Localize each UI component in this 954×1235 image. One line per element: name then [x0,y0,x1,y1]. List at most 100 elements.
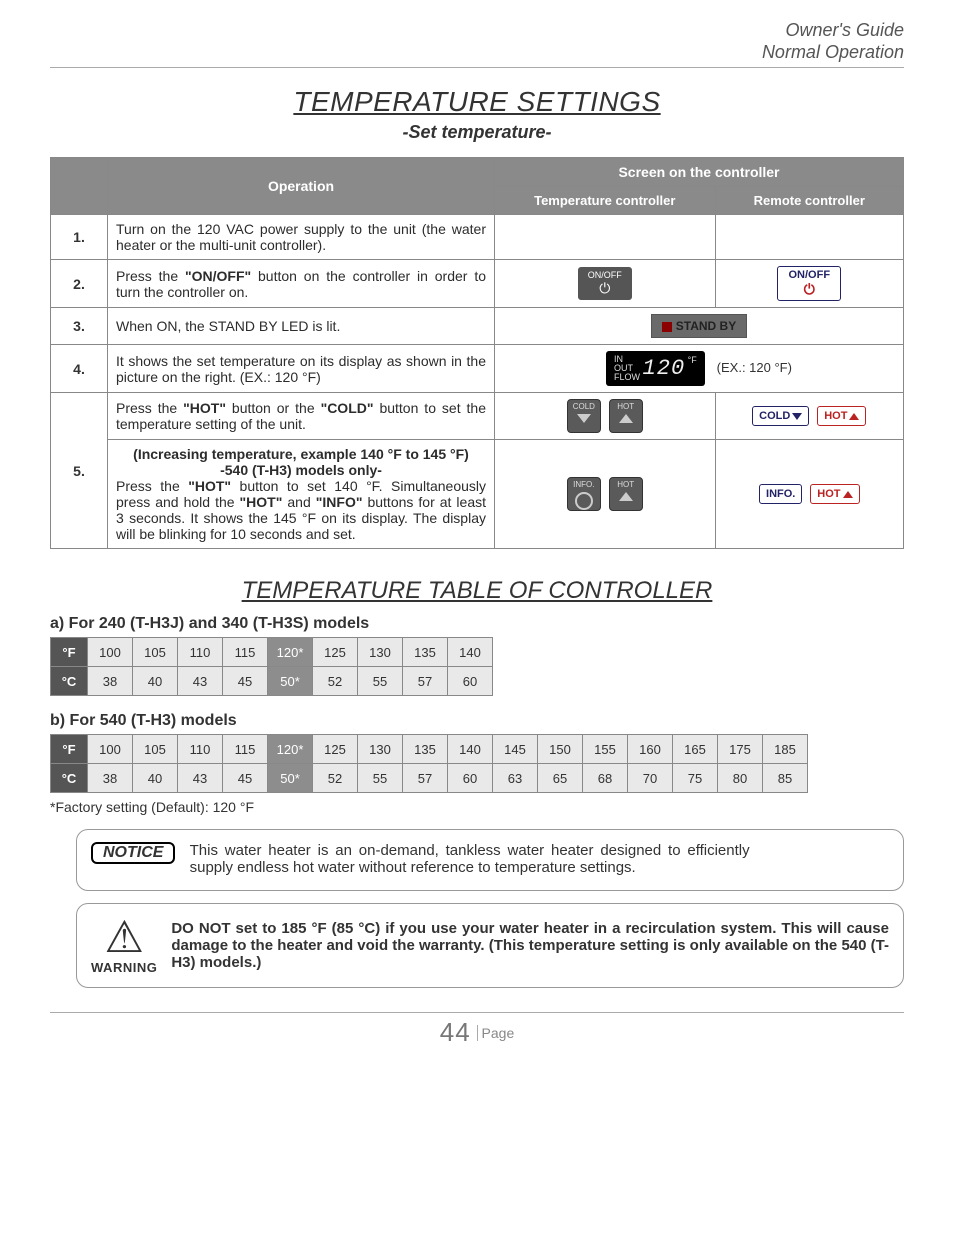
step-5b-row: (Increasing temperature, example 140 °F … [51,440,904,549]
step-4-text: It shows the set temperature on its disp… [108,345,495,393]
header-rule [50,67,904,68]
warning-text: DO NOT set to 185 °F (85 °C) if you use … [171,920,889,971]
step-4-row: 4. It shows the set temperature on its d… [51,345,904,393]
step-2-row: 2. Press the "ON/OFF" button on the cont… [51,260,904,308]
step-5b-tc: INFO. HOT [495,440,716,549]
temp-f-cell: 100 [88,638,133,667]
temp-c-cell: 63 [493,764,538,793]
temp-f-cell: 185 [763,735,808,764]
temp-c-cell: 38 [88,667,133,696]
page-label: Page [477,1025,515,1041]
header-block: Owner's Guide Normal Operation [50,20,904,63]
temp-c-cell: 60 [448,764,493,793]
temp-f-cell: 135 [403,735,448,764]
step-4-screen: IN OUT FLOW 120 °F (EX.: 120 °F) [495,345,904,393]
step-3-row: 3. When ON, the STAND BY LED is lit. STA… [51,308,904,345]
cold-button-rc: COLD [752,406,809,426]
onoff-button-tc: ON/OFF⏻ [577,266,633,301]
temp-c-cell: 50* [268,667,313,696]
step-5a-rc: COLD HOT [715,393,903,440]
step-2-text: Press the "ON/OFF" button on the control… [108,260,495,308]
temp-f-cell: 115 [223,735,268,764]
temp-c-cell: 45 [223,764,268,793]
temp-c-cell: 75 [673,764,718,793]
info-button-rc: INFO. [759,484,802,504]
table-b-title: b) For 540 (T-H3) models [50,712,904,730]
triangle-up-icon [843,491,853,498]
col-remote-controller: Remote controller [715,187,903,215]
triangle-down-icon [792,413,802,420]
temp-f-cell: 110 [178,638,223,667]
step-2-rc: ON/OFF⏻ [715,260,903,308]
col-operation: Operation [108,158,495,215]
step-5a-tc: COLD HOT [495,393,716,440]
temp-f-cell: 125 [313,735,358,764]
temp-f-cell: 165 [673,735,718,764]
temp-f-cell: 110 [178,735,223,764]
temp-table-a: °F100105110115120*125130135140 °C3840434… [50,637,493,696]
lcd-display: IN OUT FLOW 120 °F [606,351,705,386]
hot-button-rc: HOT [817,406,866,426]
temp-c-cell: 50* [268,764,313,793]
temp-c-cell: 55 [358,764,403,793]
temp-c-cell: 68 [583,764,628,793]
temp-f-cell: 140 [448,735,493,764]
step-3-screen: STAND BY [495,308,904,345]
step-5a-text: Press the "HOT" button or the "COLD" but… [108,393,495,440]
temp-f-cell: 130 [358,735,403,764]
onoff-button-rc: ON/OFF⏻ [777,266,841,301]
temp-f-cell: 155 [583,735,628,764]
temp-f-cell: 100 [88,735,133,764]
temp-f-cell: 125 [313,638,358,667]
table-a-f-row: °F100105110115120*125130135140 [51,638,493,667]
step-3-num: 3. [51,308,108,345]
temp-f-cell: 120* [268,735,313,764]
notice-box: NOTICE This water heater is an on-demand… [76,829,904,891]
temp-c-cell: 52 [313,764,358,793]
lcd-value: 120 [643,356,686,381]
temp-f-cell: 145 [493,735,538,764]
step-1-row: 1. Turn on the 120 VAC power supply to t… [51,215,904,260]
circle-icon [575,492,593,510]
step-4-num: 4. [51,345,108,393]
temp-f-cell: 160 [628,735,673,764]
page-footer: 44 Page [50,1012,904,1048]
temp-c-cell: 40 [133,764,178,793]
temp-c-cell: 45 [223,667,268,696]
notice-text: This water heater is an on-demand, tankl… [190,842,750,876]
hot-button-tc: HOT [609,477,643,511]
temp-c-cell: 43 [178,667,223,696]
temp-c-cell: 52 [313,667,358,696]
warning-icon: ⚠ [91,916,157,960]
col-screen: Screen on the controller [495,158,904,187]
table-b-c-row: °C3840434550*5255576063656870758085 [51,764,808,793]
warning-box: ⚠ WARNING DO NOT set to 185 °F (85 °C) i… [76,903,904,988]
corner-cell [51,158,108,215]
step-5-num: 5. [51,393,108,549]
temp-f-cell: 105 [133,638,178,667]
step-3-text: When ON, the STAND BY LED is lit. [108,308,495,345]
temp-c-cell: 57 [403,667,448,696]
triangle-down-icon [577,414,591,423]
table-a-c-row: °C3840434550*52555760 [51,667,493,696]
temp-c-cell: 38 [88,764,133,793]
step-1-num: 1. [51,215,108,260]
info-button-tc: INFO. [567,477,601,511]
triangle-up-icon [849,413,859,420]
temp-c-cell: 57 [403,764,448,793]
standby-led-icon [662,322,672,332]
temp-c-cell: 80 [718,764,763,793]
step-1-tc [495,215,716,260]
temp-c-cell: 65 [538,764,583,793]
header-line1: Owner's Guide [786,20,905,40]
page-number: 44 [440,1017,471,1047]
temp-f-cell: 120* [268,638,313,667]
step-5a-row: 5. Press the "HOT" button or the "COLD" … [51,393,904,440]
temp-f-cell: 115 [223,638,268,667]
header-line2: Normal Operation [762,42,904,62]
standby-badge: STAND BY [651,314,747,338]
warning-label: WARNING [91,960,157,975]
step-2-tc: ON/OFF⏻ [495,260,716,308]
section-2-title: TEMPERATURE TABLE OF CONTROLLER [50,577,904,605]
default-note: *Factory setting (Default): 120 °F [50,799,904,815]
